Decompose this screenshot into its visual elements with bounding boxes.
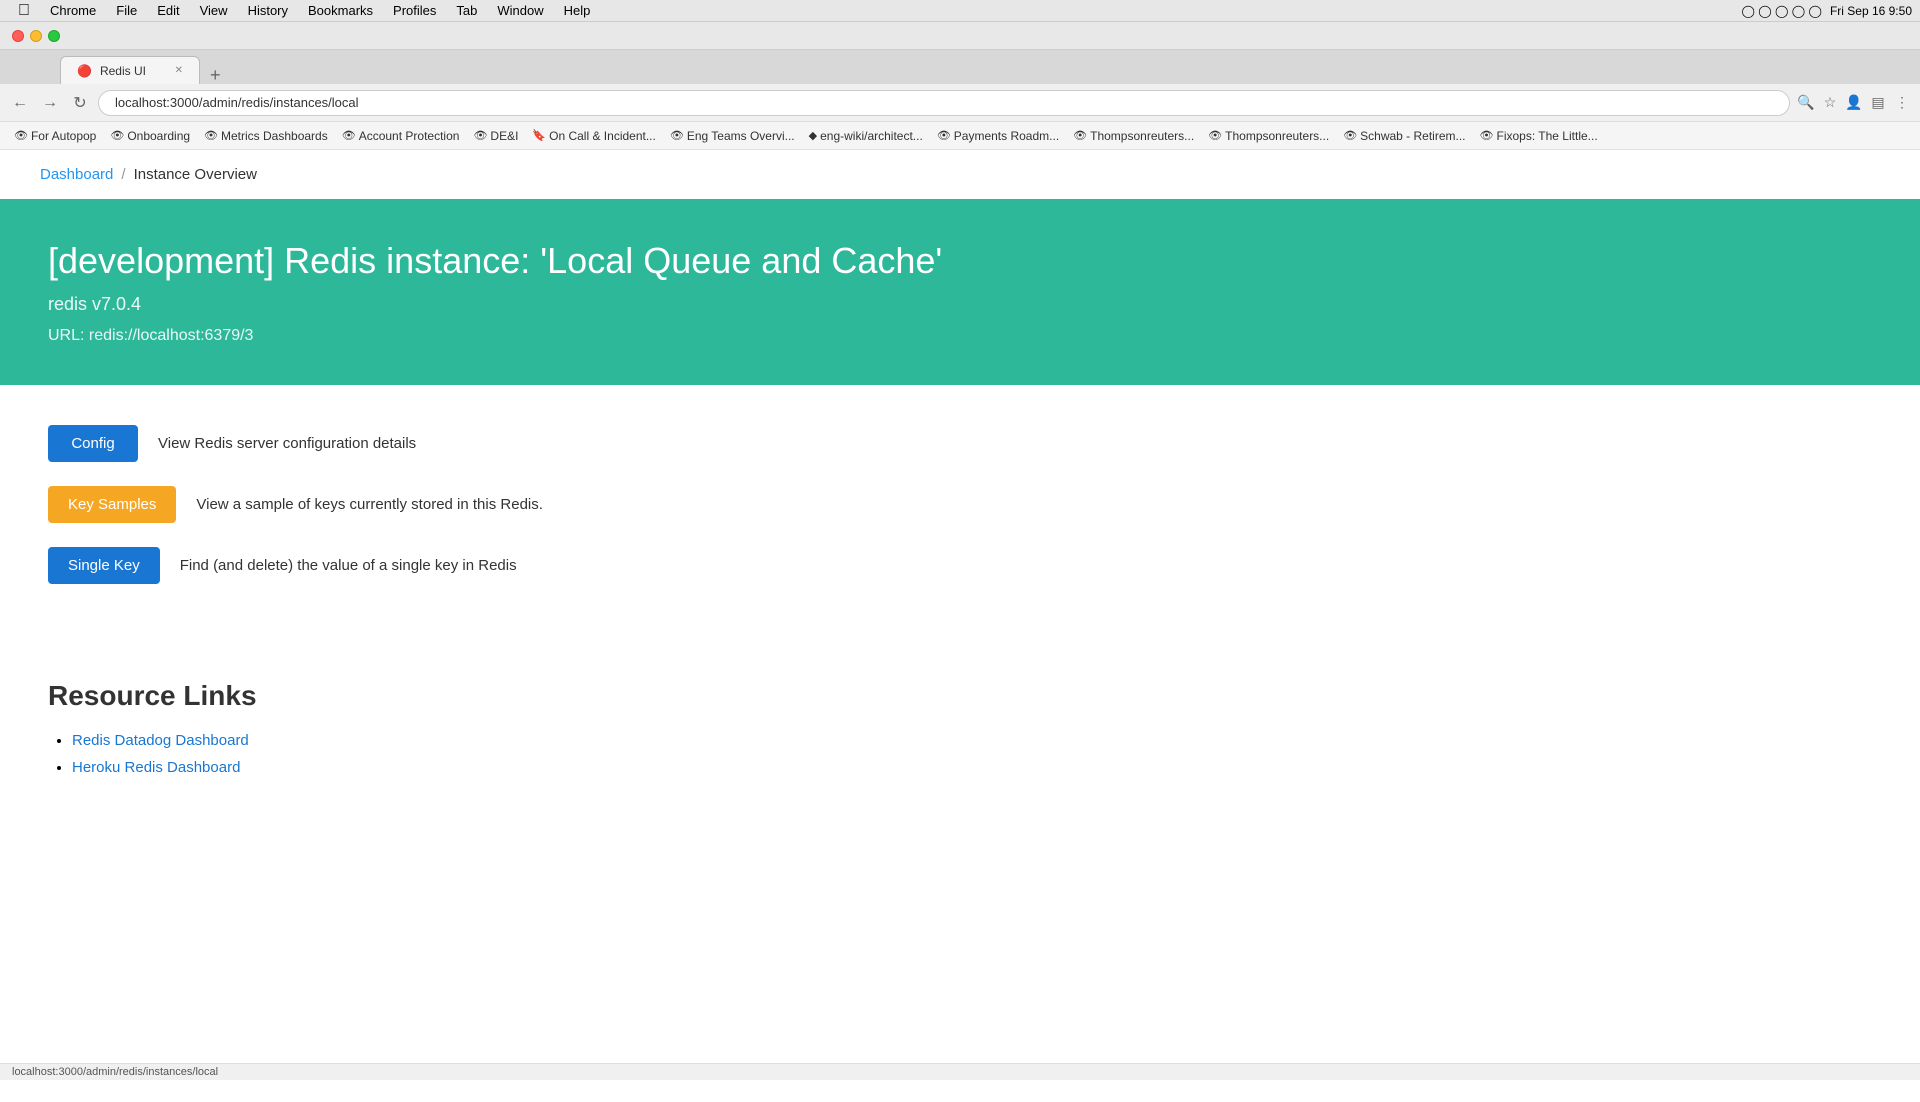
- bookmark-icon: 👁: [937, 129, 951, 142]
- resource-list: Redis Datadog Dashboard Heroku Redis Das…: [48, 732, 1872, 776]
- key-samples-button[interactable]: Key Samples: [48, 486, 176, 523]
- forward-button[interactable]: →: [38, 91, 62, 115]
- tab-favicon: 🔴: [77, 64, 92, 78]
- addressbar-actions: 🔍 ☆ 👤 ▤ ⋮: [1796, 93, 1912, 113]
- bookmark-icon: 👁: [110, 129, 124, 142]
- bookmarks-bar: 👁 For Autopop 👁 Onboarding 👁 Metrics Das…: [0, 122, 1920, 150]
- bookmark-icon: 👁: [1480, 129, 1494, 142]
- new-tab-button[interactable]: +: [202, 66, 229, 84]
- address-input[interactable]: [98, 90, 1790, 116]
- bookmark-payments[interactable]: 👁 Payments Roadm...: [931, 127, 1065, 145]
- bookmark-icon: 👁: [1343, 129, 1357, 142]
- back-button[interactable]: ←: [8, 91, 32, 115]
- search-icon[interactable]: 🔍: [1796, 93, 1816, 113]
- extension-icon[interactable]: ▤: [1868, 93, 1888, 113]
- menu-tab[interactable]: Tab: [446, 1, 487, 20]
- bookmark-icon: 👁: [1073, 129, 1087, 142]
- bookmark-fixops[interactable]: 👁 Fixops: The Little...: [1474, 127, 1604, 145]
- statusbar-url: localhost:3000/admin/redis/instances/loc…: [12, 1066, 218, 1078]
- config-action-row: Config View Redis server configuration d…: [48, 425, 1872, 462]
- bookmark-icon: 👁: [204, 129, 218, 142]
- bookmark-icon: 🔖: [532, 129, 546, 142]
- minimize-button[interactable]: [30, 30, 42, 42]
- apple-menu[interactable]: : [8, 2, 40, 20]
- heroku-redis-link[interactable]: Heroku Redis Dashboard: [72, 759, 240, 776]
- statusbar: localhost:3000/admin/redis/instances/loc…: [0, 1063, 1920, 1080]
- keysamples-description: View a sample of keys currently stored i…: [196, 496, 543, 513]
- profile-icon[interactable]: 👤: [1844, 93, 1864, 113]
- redis-datadog-link[interactable]: Redis Datadog Dashboard: [72, 732, 249, 749]
- tab-close-button[interactable]: ✕: [175, 65, 183, 76]
- datetime: Fri Sep 16 9:50: [1830, 4, 1912, 18]
- bookmark-icon: 👁: [14, 129, 28, 142]
- menu-view[interactable]: View: [190, 1, 238, 20]
- bookmark-star-icon[interactable]: ☆: [1820, 93, 1840, 113]
- hero-version: redis v7.0.4: [48, 294, 1872, 315]
- hero-banner: [development] Redis instance: 'Local Que…: [0, 199, 1920, 385]
- menu-chrome[interactable]: Chrome: [40, 1, 106, 20]
- bookmark-icon: 👁: [342, 129, 356, 142]
- menu-file[interactable]: File: [106, 1, 147, 20]
- menubar-right: ◯ ◯ ◯ ◯ ◯ Fri Sep 16 9:50: [1741, 4, 1912, 18]
- browser-tab[interactable]: 🔴 Redis UI ✕: [60, 56, 200, 84]
- bookmark-eng-teams[interactable]: 👁 Eng Teams Overvi...: [664, 127, 801, 145]
- menu-help[interactable]: Help: [554, 1, 601, 20]
- close-button[interactable]: [12, 30, 24, 42]
- reload-button[interactable]: ↻: [68, 91, 92, 115]
- bookmark-icon: 👁: [670, 129, 684, 142]
- bookmark-icon: 👁: [1208, 129, 1222, 142]
- hero-title: [development] Redis instance: 'Local Que…: [48, 239, 1872, 282]
- breadcrumb-current: Instance Overview: [134, 166, 257, 183]
- list-item: Heroku Redis Dashboard: [72, 759, 1872, 776]
- settings-icon[interactable]: ⋮: [1892, 93, 1912, 113]
- menu-bookmarks[interactable]: Bookmarks: [298, 1, 383, 20]
- singlekey-description: Find (and delete) the value of a single …: [180, 557, 517, 574]
- hero-url: URL: redis://localhost:6379/3: [48, 327, 1872, 345]
- list-item: Redis Datadog Dashboard: [72, 732, 1872, 749]
- bookmark-oncall[interactable]: 🔖 On Call & Incident...: [526, 127, 661, 145]
- tab-title: Redis UI: [100, 64, 146, 78]
- bookmark-thompson2[interactable]: 👁 Thompsonreuters...: [1202, 127, 1335, 145]
- breadcrumb: Dashboard / Instance Overview: [0, 150, 1920, 199]
- github-icon: ◆: [809, 129, 817, 142]
- address-bar: ← → ↻ 🔍 ☆ 👤 ▤ ⋮: [0, 84, 1920, 122]
- url-label: URL:: [48, 327, 84, 344]
- titlebar: [0, 22, 1920, 50]
- resources-section: Resource Links Redis Datadog Dashboard H…: [0, 648, 1920, 818]
- config-button[interactable]: Config: [48, 425, 138, 462]
- breadcrumb-dashboard[interactable]: Dashboard: [40, 166, 113, 183]
- keysamples-action-row: Key Samples View a sample of keys curren…: [48, 486, 1872, 523]
- maximize-button[interactable]: [48, 30, 60, 42]
- bookmark-metrics[interactable]: 👁 Metrics Dashboards: [198, 127, 334, 145]
- traffic-lights: [12, 30, 60, 42]
- tab-bar: 🔴 Redis UI ✕ +: [0, 50, 1920, 84]
- menu-edit[interactable]: Edit: [147, 1, 189, 20]
- single-key-button[interactable]: Single Key: [48, 547, 160, 584]
- menu-history[interactable]: History: [238, 1, 298, 20]
- macos-menubar:  Chrome File Edit View History Bookmark…: [0, 0, 1920, 22]
- bookmark-account-protection[interactable]: 👁 Account Protection: [336, 127, 466, 145]
- system-icons: ◯ ◯ ◯ ◯ ◯: [1741, 4, 1821, 18]
- breadcrumb-separator: /: [121, 166, 125, 183]
- bookmark-schwab[interactable]: 👁 Schwab - Retirem...: [1337, 127, 1471, 145]
- bookmark-onboarding[interactable]: 👁 Onboarding: [104, 127, 196, 145]
- bookmark-eng-wiki[interactable]: ◆ eng-wiki/architect...: [803, 127, 929, 145]
- menu-window[interactable]: Window: [487, 1, 553, 20]
- singlekey-action-row: Single Key Find (and delete) the value o…: [48, 547, 1872, 584]
- resources-title: Resource Links: [48, 680, 1872, 712]
- page-content: Dashboard / Instance Overview [developme…: [0, 150, 1920, 1102]
- menu-profiles[interactable]: Profiles: [383, 1, 446, 20]
- bookmark-for-autopop[interactable]: 👁 For Autopop: [8, 127, 102, 145]
- url-value: redis://localhost:6379/3: [89, 327, 254, 344]
- config-description: View Redis server configuration details: [158, 435, 416, 452]
- bookmark-thompson1[interactable]: 👁 Thompsonreuters...: [1067, 127, 1200, 145]
- bookmark-icon: 👁: [473, 129, 487, 142]
- bookmark-dei[interactable]: 👁 DE&I: [467, 127, 524, 145]
- actions-section: Config View Redis server configuration d…: [0, 401, 1920, 632]
